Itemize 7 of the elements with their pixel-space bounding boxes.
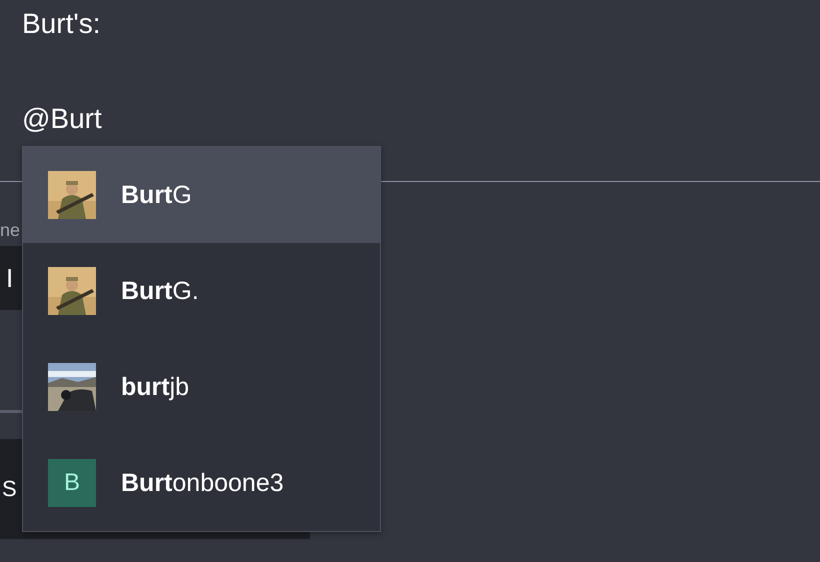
user-option[interactable]: B Burtonboone3: [23, 435, 380, 531]
message-text: Burt's:: [22, 7, 100, 41]
avatar: B: [48, 459, 96, 507]
message-text: @Burt: [22, 102, 102, 136]
heading-text: ne: [0, 219, 20, 242]
user-option[interactable]: BurtG: [23, 147, 380, 243]
user-option[interactable]: burtjb: [23, 339, 380, 435]
